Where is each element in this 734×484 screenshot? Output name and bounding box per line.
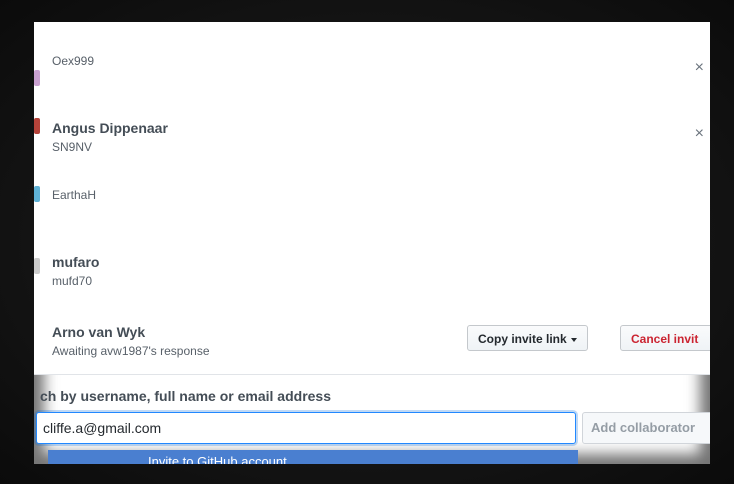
screen-frame: Oex999 × Angus Dippenaar SN9NV × EarthaH… [0, 0, 734, 484]
collaborator-username: SN9NV [52, 140, 93, 154]
collaborator-row: mufaro mufd70 [34, 234, 710, 305]
avatar [34, 118, 40, 134]
copy-invite-link-label: Copy invite link [478, 332, 567, 346]
avatar [34, 70, 40, 86]
chevron-down-icon [570, 337, 577, 342]
collaborator-name[interactable]: Angus Dippenaar [52, 120, 168, 136]
cancel-invite-label: Cancel invit [631, 332, 699, 346]
avatar [34, 186, 40, 202]
cancel-invite-button[interactable]: Cancel invit [620, 325, 710, 351]
pending-invite-row: Arno van Wyk Awaiting avw1987's response… [34, 304, 710, 375]
avatar [34, 258, 40, 274]
autocomplete-suggestion[interactable]: Invite to GitHub account [48, 450, 578, 464]
copy-invite-link-button[interactable]: Copy invite link [467, 325, 588, 351]
collaborator-row: Oex999 × [34, 22, 710, 101]
invitee-name: Arno van Wyk [52, 324, 146, 340]
close-icon[interactable]: × [695, 60, 704, 76]
invite-status: Awaiting avw1987's response [52, 344, 210, 358]
close-icon[interactable]: × [695, 126, 704, 142]
search-input[interactable]: cliffe.a@gmail.com [36, 412, 576, 444]
collaborators-panel: Oex999 × Angus Dippenaar SN9NV × EarthaH… [34, 22, 710, 464]
search-label: ch by username, full name or email addre… [40, 388, 331, 404]
add-collaborator-button[interactable]: Add collaborator [582, 412, 710, 444]
collaborator-row: Angus Dippenaar SN9NV × [34, 100, 710, 171]
collaborator-name[interactable]: mufaro [52, 254, 99, 270]
collaborator-username: EarthaH [52, 188, 97, 202]
collaborator-username: Oex999 [52, 54, 95, 68]
collaborator-username: mufd70 [52, 274, 93, 288]
collaborator-row: EarthaH [34, 170, 710, 235]
